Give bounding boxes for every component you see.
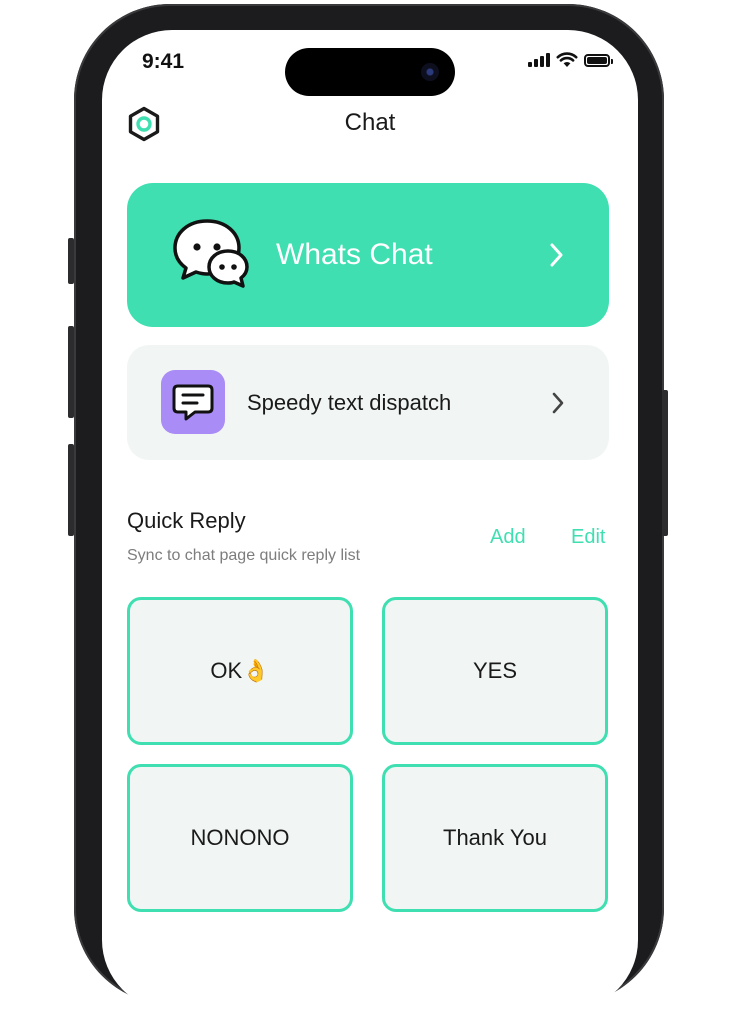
quick-reply-subtitle: Sync to chat page quick reply list bbox=[127, 547, 361, 564]
front-camera-icon bbox=[421, 63, 439, 81]
speedy-icon-box bbox=[161, 370, 225, 434]
action-button bbox=[68, 238, 74, 284]
speedy-dispatch-label: Speedy text dispatch bbox=[247, 390, 452, 415]
chevron-right-icon bbox=[552, 392, 564, 414]
quick-reply-item[interactable]: NONONO bbox=[127, 764, 353, 912]
screen: 9:41 Chat Whats Chat Speedy text dispatc… bbox=[102, 30, 638, 1010]
chat-bubbles-icon bbox=[173, 219, 249, 288]
quick-reply-item[interactable]: Thank You bbox=[382, 764, 608, 912]
status-time: 9:41 bbox=[142, 50, 185, 73]
quick-reply-item[interactable]: OK👌 bbox=[127, 597, 353, 745]
edit-reply-button[interactable]: Edit bbox=[571, 526, 605, 549]
status-icons bbox=[528, 52, 613, 68]
quick-reply-item[interactable]: YES bbox=[382, 597, 608, 745]
wifi-icon bbox=[556, 52, 578, 67]
speedy-dispatch-card[interactable]: Speedy text dispatch bbox=[127, 345, 609, 460]
whats-chat-card[interactable]: Whats Chat bbox=[127, 183, 609, 327]
power-button bbox=[662, 390, 668, 536]
volume-down-button bbox=[68, 444, 74, 536]
message-icon bbox=[172, 384, 214, 421]
whats-chat-label: Whats Chat bbox=[276, 238, 433, 271]
cellular-signal-icon bbox=[528, 53, 550, 67]
battery-level bbox=[587, 56, 607, 64]
battery-icon bbox=[584, 53, 613, 67]
add-reply-button[interactable]: Add bbox=[490, 526, 526, 549]
dynamic-island bbox=[285, 48, 455, 96]
chevron-right-icon bbox=[550, 243, 563, 267]
page-title: Chat bbox=[344, 109, 396, 136]
quick-reply-title: Quick Reply bbox=[127, 508, 246, 533]
volume-up-button bbox=[68, 326, 74, 418]
